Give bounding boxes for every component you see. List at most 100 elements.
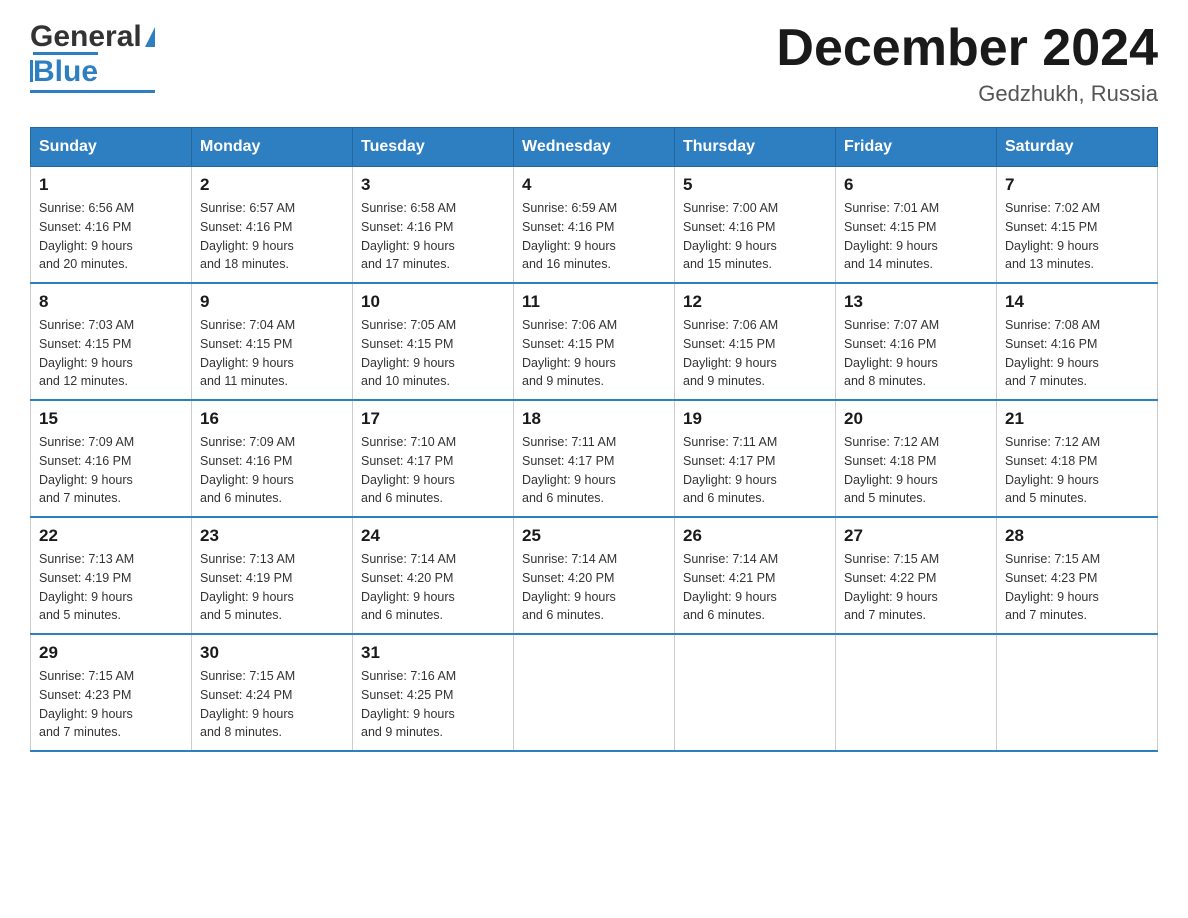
day-number: 18 — [522, 409, 666, 429]
calendar-day-cell: 11 Sunrise: 7:06 AMSunset: 4:15 PMDayligh… — [514, 283, 675, 400]
day-number: 10 — [361, 292, 505, 312]
day-info: Sunrise: 7:06 AMSunset: 4:15 PMDaylight:… — [683, 316, 827, 391]
calendar-day-cell: 6 Sunrise: 7:01 AMSunset: 4:15 PMDaylight… — [836, 167, 997, 284]
day-number: 25 — [522, 526, 666, 546]
day-info: Sunrise: 7:02 AMSunset: 4:15 PMDaylight:… — [1005, 199, 1149, 274]
day-info: Sunrise: 7:16 AMSunset: 4:25 PMDaylight:… — [361, 667, 505, 742]
day-number: 3 — [361, 175, 505, 195]
day-number: 31 — [361, 643, 505, 663]
weekday-header: Saturday — [997, 128, 1158, 167]
day-info: Sunrise: 7:11 AMSunset: 4:17 PMDaylight:… — [683, 433, 827, 508]
day-info: Sunrise: 7:13 AMSunset: 4:19 PMDaylight:… — [39, 550, 183, 625]
calendar-day-cell — [997, 634, 1158, 751]
day-number: 13 — [844, 292, 988, 312]
calendar-day-cell: 20 Sunrise: 7:12 AMSunset: 4:18 PMDayligh… — [836, 400, 997, 517]
day-info: Sunrise: 7:05 AMSunset: 4:15 PMDaylight:… — [361, 316, 505, 391]
day-number: 9 — [200, 292, 344, 312]
day-number: 14 — [1005, 292, 1149, 312]
weekday-header: Sunday — [31, 128, 192, 167]
calendar-week-row: 29Sunrise: 7:15 AMSunset: 4:23 PMDayligh… — [31, 634, 1158, 751]
calendar-day-cell: 2 Sunrise: 6:57 AMSunset: 4:16 PMDaylight… — [192, 167, 353, 284]
calendar-week-row: 22 Sunrise: 7:13 AMSunset: 4:19 PMDayligh… — [31, 517, 1158, 634]
day-number: 2 — [200, 175, 344, 195]
calendar-day-cell: 28 Sunrise: 7:15 AMSunset: 4:23 PMDayligh… — [997, 517, 1158, 634]
day-info: Sunrise: 7:15 AMSunset: 4:22 PMDaylight:… — [844, 550, 988, 625]
calendar-day-cell: 1 Sunrise: 6:56 AMSunset: 4:16 PMDaylight… — [31, 167, 192, 284]
day-info: Sunrise: 6:59 AMSunset: 4:16 PMDaylight:… — [522, 199, 666, 274]
weekday-header: Tuesday — [353, 128, 514, 167]
day-number: 7 — [1005, 175, 1149, 195]
calendar-week-row: 15 Sunrise: 7:09 AMSunset: 4:16 PMDayligh… — [31, 400, 1158, 517]
calendar-day-cell: 5 Sunrise: 7:00 AMSunset: 4:16 PMDaylight… — [675, 167, 836, 284]
calendar-day-cell — [675, 634, 836, 751]
day-number: 1 — [39, 175, 183, 195]
calendar-day-cell: 7 Sunrise: 7:02 AMSunset: 4:15 PMDaylight… — [997, 167, 1158, 284]
day-number: 30 — [200, 643, 344, 663]
day-number: 6 — [844, 175, 988, 195]
day-number: 19 — [683, 409, 827, 429]
day-number: 28 — [1005, 526, 1149, 546]
day-info: Sunrise: 7:09 AMSunset: 4:16 PMDaylight:… — [39, 433, 183, 508]
day-info: Sunrise: 7:14 AMSunset: 4:21 PMDaylight:… — [683, 550, 827, 625]
calendar-day-cell: 14 Sunrise: 7:08 AMSunset: 4:16 PMDayligh… — [997, 283, 1158, 400]
calendar-week-row: 8 Sunrise: 7:03 AMSunset: 4:15 PMDaylight… — [31, 283, 1158, 400]
day-info: Sunrise: 7:00 AMSunset: 4:16 PMDaylight:… — [683, 199, 827, 274]
day-info: Sunrise: 7:15 AMSunset: 4:23 PMDaylight:… — [1005, 550, 1149, 625]
day-number: 22 — [39, 526, 183, 546]
day-number: 29 — [39, 643, 183, 663]
logo-triangle-icon — [145, 27, 155, 47]
calendar-day-cell: 23 Sunrise: 7:13 AMSunset: 4:19 PMDayligh… — [192, 517, 353, 634]
calendar-day-cell: 13 Sunrise: 7:07 AMSunset: 4:16 PMDayligh… — [836, 283, 997, 400]
weekday-header: Monday — [192, 128, 353, 167]
day-number: 23 — [200, 526, 344, 546]
weekday-header: Friday — [836, 128, 997, 167]
month-title: December 2024 — [776, 20, 1158, 77]
calendar-week-row: 1 Sunrise: 6:56 AMSunset: 4:16 PMDaylight… — [31, 167, 1158, 284]
weekday-header: Wednesday — [514, 128, 675, 167]
day-info: Sunrise: 7:11 AMSunset: 4:17 PMDaylight:… — [522, 433, 666, 508]
day-info: Sunrise: 7:06 AMSunset: 4:15 PMDaylight:… — [522, 316, 666, 391]
calendar-day-cell: 19 Sunrise: 7:11 AMSunset: 4:17 PMDayligh… — [675, 400, 836, 517]
day-number: 16 — [200, 409, 344, 429]
day-number: 5 — [683, 175, 827, 195]
logo: General Blue — [30, 20, 155, 93]
day-info: Sunrise: 7:12 AMSunset: 4:18 PMDaylight:… — [1005, 433, 1149, 508]
day-info: Sunrise: 7:03 AMSunset: 4:15 PMDaylight:… — [39, 316, 183, 391]
day-info: Sunrise: 6:58 AMSunset: 4:16 PMDaylight:… — [361, 199, 505, 274]
day-info: Sunrise: 7:10 AMSunset: 4:17 PMDaylight:… — [361, 433, 505, 508]
page-header: General Blue December 2024 Gedzhukh, Rus… — [30, 20, 1158, 107]
day-info: Sunrise: 7:15 AMSunset: 4:24 PMDaylight:… — [200, 667, 344, 742]
day-number: 12 — [683, 292, 827, 312]
day-number: 15 — [39, 409, 183, 429]
calendar-day-cell: 18 Sunrise: 7:11 AMSunset: 4:17 PMDayligh… — [514, 400, 675, 517]
day-number: 27 — [844, 526, 988, 546]
calendar-day-cell — [514, 634, 675, 751]
day-info: Sunrise: 7:08 AMSunset: 4:16 PMDaylight:… — [1005, 316, 1149, 391]
day-info: Sunrise: 7:14 AMSunset: 4:20 PMDaylight:… — [522, 550, 666, 625]
day-info: Sunrise: 6:56 AMSunset: 4:16 PMDaylight:… — [39, 199, 183, 274]
day-info: Sunrise: 7:14 AMSunset: 4:20 PMDaylight:… — [361, 550, 505, 625]
day-number: 26 — [683, 526, 827, 546]
calendar-day-cell: 17 Sunrise: 7:10 AMSunset: 4:17 PMDayligh… — [353, 400, 514, 517]
day-number: 11 — [522, 292, 666, 312]
calendar-day-cell: 10 Sunrise: 7:05 AMSunset: 4:15 PMDayligh… — [353, 283, 514, 400]
day-number: 24 — [361, 526, 505, 546]
weekday-header: Thursday — [675, 128, 836, 167]
calendar-day-cell: 26 Sunrise: 7:14 AMSunset: 4:21 PMDayligh… — [675, 517, 836, 634]
calendar-day-cell: 21Sunrise: 7:12 AMSunset: 4:18 PMDayligh… — [997, 400, 1158, 517]
calendar-day-cell: 31 Sunrise: 7:16 AMSunset: 4:25 PMDayligh… — [353, 634, 514, 751]
day-number: 4 — [522, 175, 666, 195]
day-info: Sunrise: 6:57 AMSunset: 4:16 PMDaylight:… — [200, 199, 344, 274]
day-info: Sunrise: 7:07 AMSunset: 4:16 PMDaylight:… — [844, 316, 988, 391]
calendar-day-cell: 8 Sunrise: 7:03 AMSunset: 4:15 PMDaylight… — [31, 283, 192, 400]
calendar-day-cell: 9Sunrise: 7:04 AMSunset: 4:15 PMDaylight… — [192, 283, 353, 400]
day-number: 8 — [39, 292, 183, 312]
calendar-day-cell: 16Sunrise: 7:09 AMSunset: 4:16 PMDayligh… — [192, 400, 353, 517]
logo-general: General — [30, 20, 142, 54]
calendar-day-cell: 27 Sunrise: 7:15 AMSunset: 4:22 PMDayligh… — [836, 517, 997, 634]
day-info: Sunrise: 7:01 AMSunset: 4:15 PMDaylight:… — [844, 199, 988, 274]
day-info: Sunrise: 7:13 AMSunset: 4:19 PMDaylight:… — [200, 550, 344, 625]
day-number: 20 — [844, 409, 988, 429]
day-info: Sunrise: 7:12 AMSunset: 4:18 PMDaylight:… — [844, 433, 988, 508]
day-number: 17 — [361, 409, 505, 429]
